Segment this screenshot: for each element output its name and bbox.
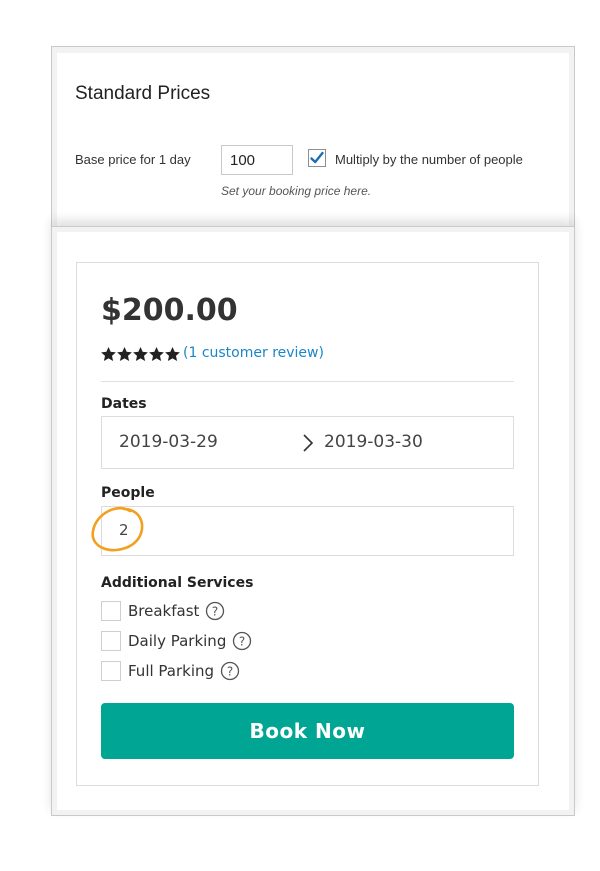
question-circle-icon[interactable]: ? (205, 601, 225, 621)
standard-prices-content: Standard Prices Base price for 1 day Mul… (57, 53, 569, 226)
question-circle-icon[interactable]: ? (232, 631, 252, 651)
service-checkbox[interactable] (101, 661, 121, 681)
base-price-label: Base price for 1 day (75, 152, 191, 167)
price: $200.00 (101, 293, 238, 328)
divider (101, 381, 514, 382)
service-label: Breakfast (128, 602, 200, 620)
star-icon (117, 347, 132, 361)
question-circle-icon[interactable]: ? (220, 661, 240, 681)
checkmark-icon (310, 151, 324, 164)
star-icon (149, 347, 164, 361)
people-value: 2 (119, 521, 129, 539)
booking-preview-content: $200.00 (1 customer review) Dates 2019-0… (57, 232, 569, 810)
svg-text:?: ? (239, 635, 245, 649)
people-field[interactable]: 2 (91, 506, 514, 556)
check-in-date[interactable]: 2019-03-29 (119, 432, 218, 452)
star-icon (101, 347, 116, 361)
service-daily-parking[interactable]: Daily Parking ? (101, 630, 252, 652)
star-rating (101, 347, 180, 362)
service-checkbox[interactable] (101, 631, 121, 651)
svg-text:?: ? (227, 665, 233, 679)
dates-label: Dates (101, 396, 147, 412)
booking-form: $200.00 (1 customer review) Dates 2019-0… (76, 262, 539, 786)
standard-prices-panel: Standard Prices Base price for 1 day Mul… (51, 46, 575, 226)
service-full-parking[interactable]: Full Parking ? (101, 660, 240, 682)
base-price-input[interactable] (221, 145, 293, 175)
service-checkbox[interactable] (101, 601, 121, 621)
svg-text:?: ? (212, 605, 218, 619)
price-hint: Set your booking price here. (221, 184, 372, 198)
book-now-button[interactable]: Book Now (101, 703, 514, 759)
service-breakfast[interactable]: Breakfast ? (101, 600, 225, 622)
star-icon (133, 347, 148, 361)
check-out-date[interactable]: 2019-03-30 (324, 432, 423, 452)
service-label: Full Parking (128, 662, 215, 680)
star-icon (165, 347, 180, 361)
multiply-label: Multiply by the number of people (335, 152, 523, 167)
customer-review-link[interactable]: (1 customer review) (183, 345, 324, 361)
multiply-checkbox[interactable] (308, 149, 326, 167)
booking-preview-panel: $200.00 (1 customer review) Dates 2019-0… (51, 226, 575, 816)
people-label: People (101, 485, 155, 501)
service-label: Daily Parking (128, 632, 227, 650)
dates-field[interactable]: 2019-03-29 2019-03-30 (101, 416, 514, 469)
additional-services-label: Additional Services (101, 575, 254, 591)
chevron-right-icon (302, 433, 314, 457)
panel-title: Standard Prices (75, 83, 211, 104)
